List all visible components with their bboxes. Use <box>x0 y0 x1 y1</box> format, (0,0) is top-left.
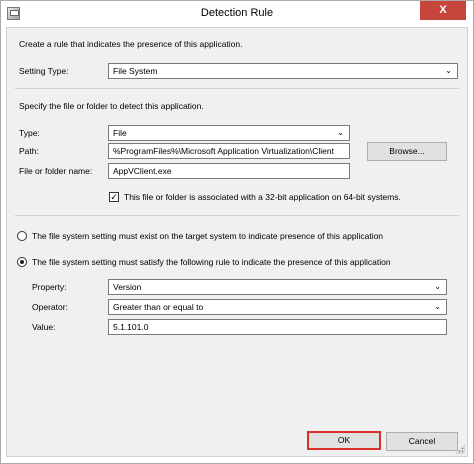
close-icon: X <box>439 4 447 16</box>
close-button[interactable]: X <box>420 1 466 20</box>
radio-satisfy-rule[interactable] <box>17 257 27 267</box>
dialog-body: Create a rule that indicates the presenc… <box>6 27 468 457</box>
detection-rule-dialog: Detection Rule X Create a rule that indi… <box>0 0 474 464</box>
divider <box>15 215 459 216</box>
intro-text: Create a rule that indicates the presenc… <box>19 39 243 49</box>
operator-select[interactable]: Greater than or equal to ⌄ <box>108 299 447 315</box>
browse-button[interactable]: Browse... <box>367 142 447 161</box>
specify-text: Specify the file or folder to detect thi… <box>19 101 204 111</box>
setting-type-select[interactable]: File System ⌄ <box>108 63 458 79</box>
type-value: File <box>113 128 127 138</box>
bit32-checkbox-label: This file or folder is associated with a… <box>124 192 401 202</box>
window-title: Detection Rule <box>200 7 274 19</box>
property-select[interactable]: Version ⌄ <box>108 279 447 295</box>
type-label: Type: <box>19 128 40 138</box>
bit32-checkbox[interactable]: ✓ <box>109 192 119 202</box>
ok-button[interactable]: OK <box>307 431 381 450</box>
divider <box>15 88 459 89</box>
check-icon: ✓ <box>110 192 118 202</box>
operator-value: Greater than or equal to <box>113 302 204 312</box>
path-label: Path: <box>19 146 39 156</box>
type-select[interactable]: File ⌄ <box>108 125 350 141</box>
setting-type-label: Setting Type: <box>19 66 69 76</box>
file-name-label: File or folder name: <box>19 166 93 176</box>
chevron-down-icon: ⌄ <box>434 282 441 291</box>
radio-must-exist-label: The file system setting must exist on th… <box>32 231 384 241</box>
value-input[interactable]: 5.1.101.0 <box>108 319 447 335</box>
chevron-down-icon: ⌄ <box>445 66 452 75</box>
operator-label: Operator: <box>32 302 68 312</box>
cancel-button[interactable]: Cancel <box>386 432 458 451</box>
setting-type-value: File System <box>113 66 158 76</box>
file-name-input[interactable]: AppVClient.exe <box>108 163 350 179</box>
property-value: Version <box>113 282 142 292</box>
chevron-down-icon: ⌄ <box>337 128 344 137</box>
value-label: Value: <box>32 322 56 332</box>
chevron-down-icon: ⌄ <box>434 302 441 311</box>
path-input[interactable]: %ProgramFiles%\Microsoft Application Vir… <box>108 143 350 159</box>
radio-satisfy-rule-label: The file system setting must satisfy the… <box>32 257 391 267</box>
radio-must-exist[interactable] <box>17 231 27 241</box>
title-bar[interactable]: Detection Rule X <box>1 1 473 27</box>
property-label: Property: <box>32 282 67 292</box>
